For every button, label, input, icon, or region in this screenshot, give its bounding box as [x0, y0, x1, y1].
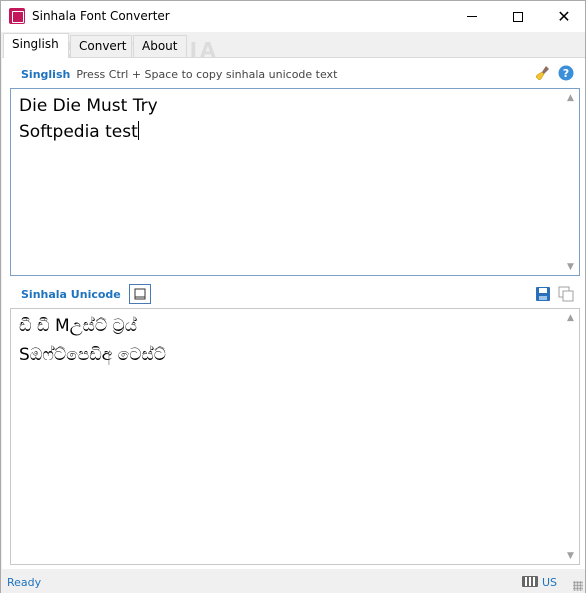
unicode-line-2: Sඔෆ්ට්පෙඩිඅ ටෙස්ට්	[19, 345, 166, 365]
clear-broom-icon[interactable]	[534, 64, 552, 82]
singlish-line-2: Softpedia test	[19, 122, 138, 142]
unicode-text: ඩී ඩී Mඋස්ට් ට්‍රය් Sඔෆ්ට්පෙඩිඅ ටෙස්ට්	[19, 312, 166, 370]
keyboard-icon	[522, 576, 538, 587]
help-icon[interactable]: ?	[557, 64, 575, 82]
input-language[interactable]: US	[542, 576, 557, 589]
svg-text:?: ?	[563, 67, 569, 80]
unicode-header: Sinhala Unicode	[10, 282, 579, 306]
app-icon	[9, 8, 25, 24]
app-window: Sinhala Font Converter ✕ SOFTPEDIA Singl…	[0, 0, 586, 593]
singlish-tab-panel: Singlish Press Ctrl + Space to copy sinh…	[2, 57, 585, 569]
singlish-text[interactable]: Die Die Must Try Softpedia test	[19, 93, 158, 145]
copy-shortcut-hint: Press Ctrl + Space to copy sinhala unico…	[76, 67, 338, 81]
resize-grip-icon[interactable]	[573, 581, 583, 591]
singlish-scrollbar[interactable]: ▲ ▼	[562, 89, 579, 275]
scroll-up-arrow-icon[interactable]: ▲	[562, 309, 579, 326]
text-caret	[137, 121, 139, 140]
toggle-view-button[interactable]	[129, 284, 151, 304]
tab-strip: Singlish Convert About	[1, 33, 585, 58]
status-text: Ready	[7, 576, 42, 589]
title-bar[interactable]: Sinhala Font Converter ✕	[1, 1, 585, 32]
close-button[interactable]: ✕	[541, 1, 586, 32]
unicode-scrollbar[interactable]: ▲ ▼	[562, 309, 579, 564]
scroll-up-arrow-icon[interactable]: ▲	[562, 89, 579, 106]
status-bar: Ready US	[1, 571, 585, 593]
save-icon[interactable]	[534, 285, 552, 303]
scroll-down-arrow-icon[interactable]: ▼	[562, 258, 579, 275]
singlish-input[interactable]: Die Die Must Try Softpedia test ▲ ▼	[10, 88, 580, 276]
unicode-line-1: ඩී ඩී Mඋස්ට් ට්‍රය්	[19, 316, 137, 336]
window-title: Sinhala Font Converter	[32, 9, 170, 23]
tab-convert[interactable]: Convert	[70, 35, 132, 57]
tab-singlish[interactable]: Singlish	[3, 33, 69, 58]
singlish-section-title: Singlish	[21, 67, 71, 81]
minimize-icon	[467, 16, 477, 17]
maximize-button[interactable]	[495, 1, 541, 32]
window-icon	[134, 288, 146, 300]
singlish-header: Singlish Press Ctrl + Space to copy sinh…	[10, 62, 579, 86]
scroll-down-arrow-icon[interactable]: ▼	[562, 547, 579, 564]
unicode-output[interactable]: ඩී ඩී Mඋස්ට් ට්‍රය් Sඔෆ්ට්පෙඩිඅ ටෙස්ට් ▲…	[10, 308, 580, 565]
copy-icon[interactable]	[557, 285, 575, 303]
close-icon: ✕	[557, 6, 571, 26]
unicode-section-title: Sinhala Unicode	[21, 287, 121, 301]
minimize-button[interactable]	[449, 1, 495, 32]
tab-about[interactable]: About	[133, 35, 187, 57]
maximize-icon	[513, 11, 523, 22]
singlish-line-1: Die Die Must Try	[19, 96, 158, 116]
